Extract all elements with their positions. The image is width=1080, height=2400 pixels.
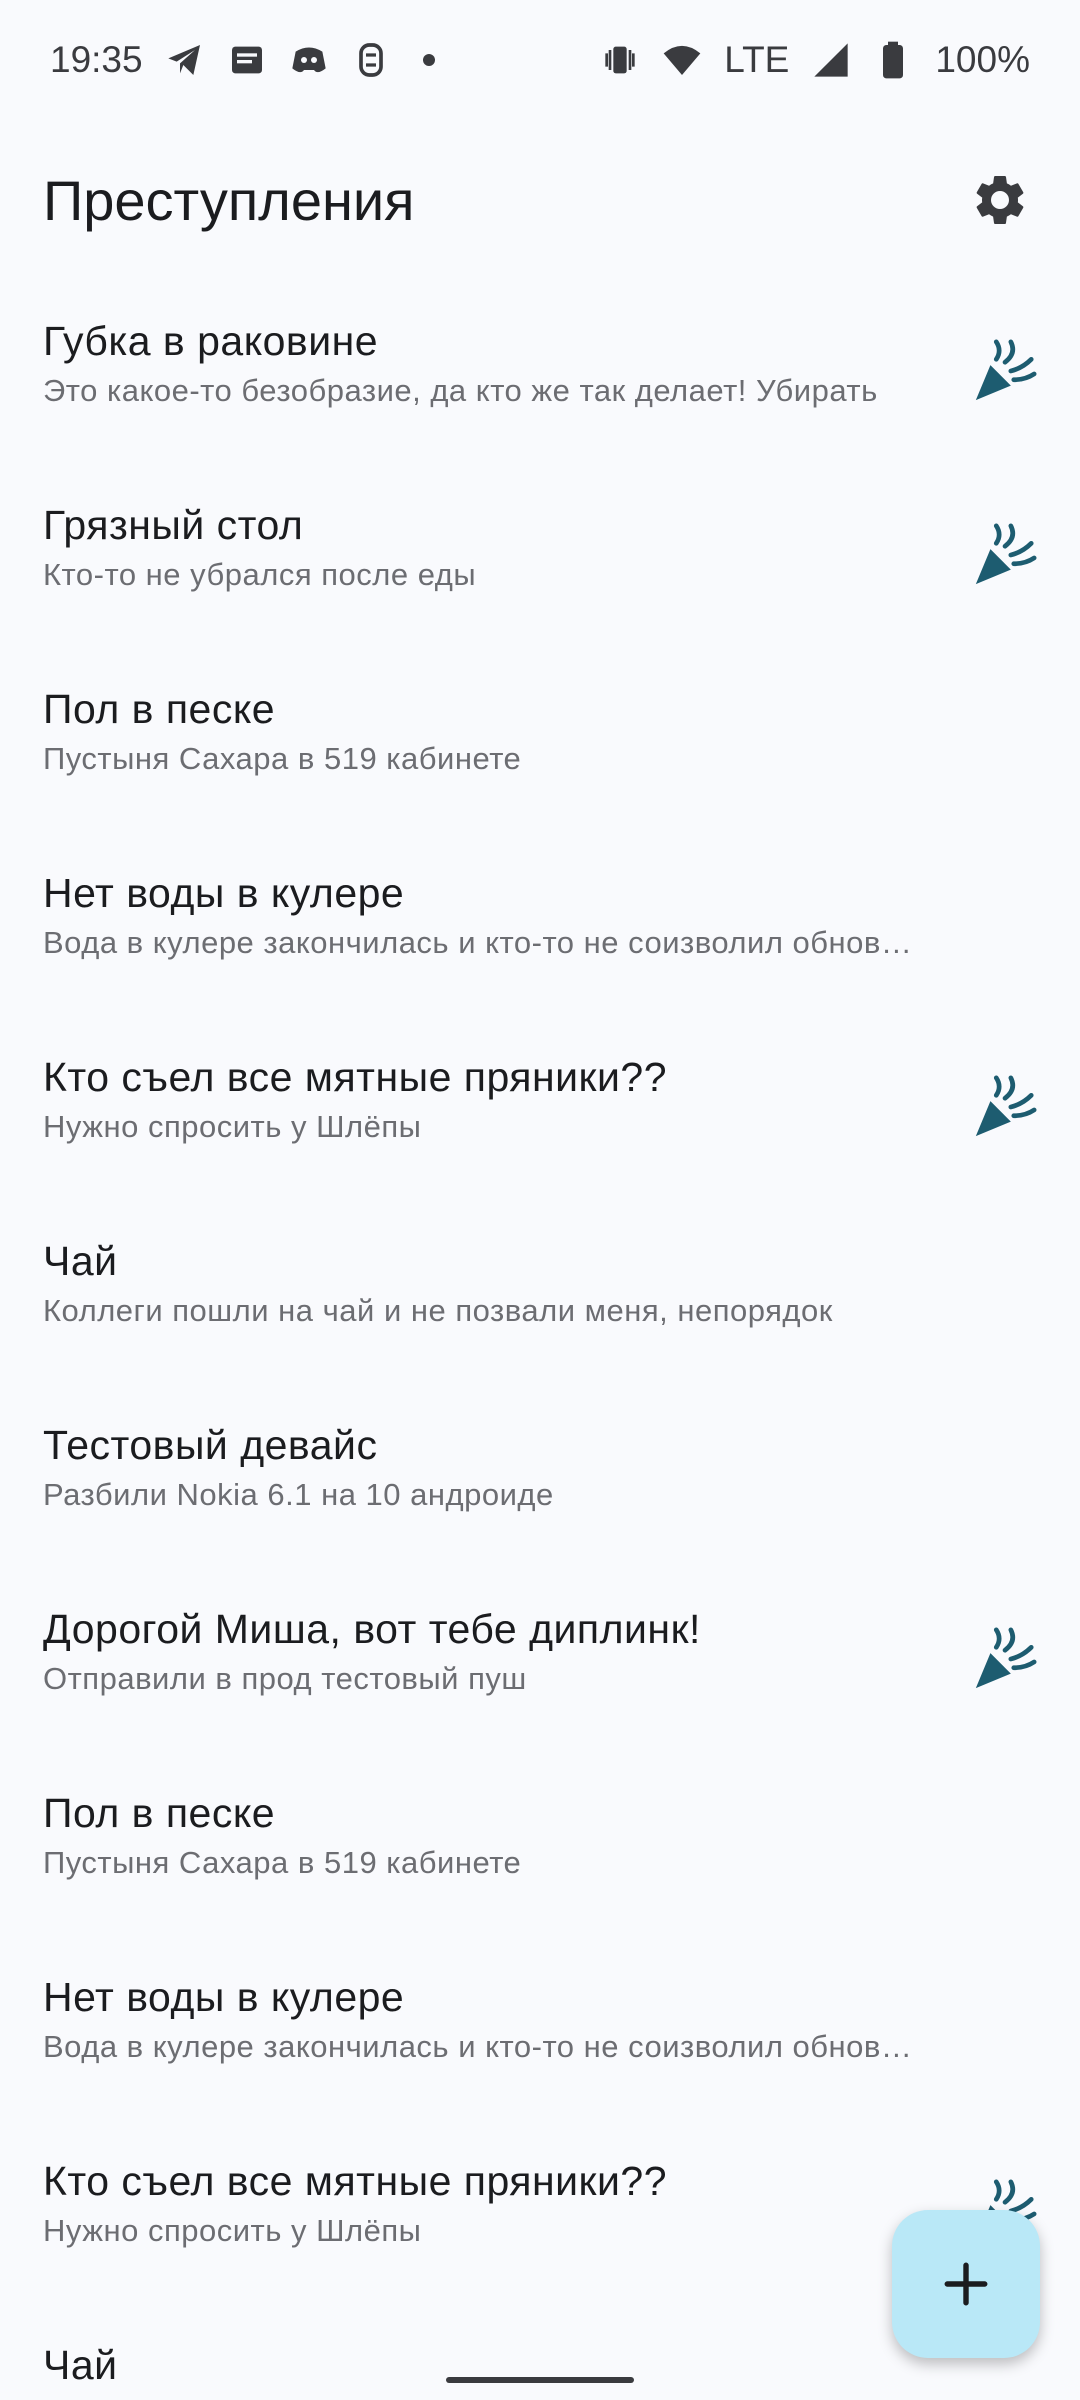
status-bar: 19:35 LTE 100% — [0, 0, 1080, 120]
wifi-icon — [662, 40, 702, 80]
status-bar-left: 19:35 — [50, 39, 435, 81]
crime-list-item[interactable]: Кто съел все мятные пряники?? Нужно спрос… — [0, 1012, 1080, 1196]
crime-list-item[interactable]: Губка в раковине Это какое-то безобразие,… — [0, 276, 1080, 460]
crime-title: Пол в песке — [43, 686, 276, 732]
crime-title: Дорогой Миша, вот тебе диплинк! — [43, 1606, 701, 1652]
solved-party-icon — [970, 1072, 1040, 1142]
crime-title: Губка в раковине — [43, 318, 379, 364]
status-time: 19:35 — [50, 39, 143, 80]
crime-description: Нужно спросить у Шлёпы — [43, 2213, 422, 2248]
game-icon — [351, 40, 391, 80]
crime-description: Нужно спросить у Шлёпы — [43, 1109, 422, 1144]
telegram-icon — [165, 40, 205, 80]
crime-list-item[interactable]: Пол в песке Пустыня Сахара в 519 кабинете — [0, 1748, 1080, 1932]
crime-title: Чай — [43, 1238, 118, 1284]
settings-button[interactable] — [960, 160, 1040, 240]
crime-title: Кто съел все мятные пряники?? — [43, 1054, 667, 1100]
discord-icon — [289, 40, 329, 80]
crime-list-item[interactable]: Чай Коллеги пошли на чай и не позвали мен… — [0, 1196, 1080, 1380]
gear-icon — [976, 175, 1024, 224]
crime-description: Вода в кулере закончилась и кто-то не со… — [43, 925, 920, 960]
crime-title: Тестовый девайс — [43, 1422, 378, 1468]
crime-list-item[interactable]: Дорогой Миша, вот тебе диплинк! Отправили… — [0, 1564, 1080, 1748]
notification-dot — [422, 54, 435, 66]
crime-description: Кто-то не убрался после еды — [43, 557, 477, 592]
crime-list-item[interactable]: Пол в песке Пустыня Сахара в 519 кабинете — [0, 644, 1080, 828]
crime-description: Вода в кулере закончилась и кто-то не со… — [43, 2029, 920, 2064]
solved-party-icon — [970, 336, 1040, 406]
crime-list: Губка в раковине Это какое-то безобразие,… — [0, 276, 1080, 2400]
crime-title: Грязный стол — [43, 502, 304, 548]
crime-list-item[interactable]: Нет воды в кулере Вода в кулере закончила… — [0, 828, 1080, 1012]
crime-title: Нет воды в кулере — [43, 870, 405, 916]
crime-list-item[interactable]: Нет воды в кулере Вода в кулере закончила… — [0, 1932, 1080, 2116]
battery-level: 100% — [935, 39, 1030, 80]
crime-title: Пол в песке — [43, 1790, 276, 1836]
news-icon — [227, 40, 267, 80]
crime-list-item[interactable]: Грязный стол Кто-то не убрался после еды — [0, 460, 1080, 644]
add-crime-button[interactable] — [892, 2210, 1040, 2358]
crime-description: Отправили в прод тестовый пуш — [43, 1661, 527, 1696]
network-type: LTE — [724, 39, 790, 80]
solved-party-icon — [970, 1624, 1040, 1694]
crime-description: Коллеги пошли на чай и не позвали меня, … — [43, 1293, 833, 1328]
page-title: Преступления — [43, 168, 415, 232]
crime-description: Это какое-то безобразие, да кто же так д… — [43, 373, 878, 408]
vibrate-icon — [600, 40, 640, 80]
battery-icon — [873, 40, 913, 80]
top-app-bar: Преступления — [0, 140, 1080, 260]
crime-description: Пустыня Сахара в 519 кабинете — [43, 1845, 522, 1880]
crime-description: Пустыня Сахара в 519 кабинете — [43, 741, 522, 776]
crime-list-item[interactable]: Тестовый девайс Разбили Nokia 6.1 на 10 а… — [0, 1380, 1080, 1564]
plus-icon — [944, 2262, 988, 2306]
screen: 19:35 LTE 100% Преступления Губка в рако… — [0, 0, 1080, 2400]
solved-party-icon — [970, 520, 1040, 590]
crime-title: Нет воды в кулере — [43, 1974, 405, 2020]
signal-icon — [811, 40, 851, 80]
crime-description: Разбили Nokia 6.1 на 10 андроиде — [43, 1477, 554, 1512]
gesture-handle[interactable] — [446, 2377, 634, 2383]
crime-title: Кто съел все мятные пряники?? — [43, 2158, 667, 2204]
status-bar-right: LTE 100% — [600, 39, 1030, 81]
